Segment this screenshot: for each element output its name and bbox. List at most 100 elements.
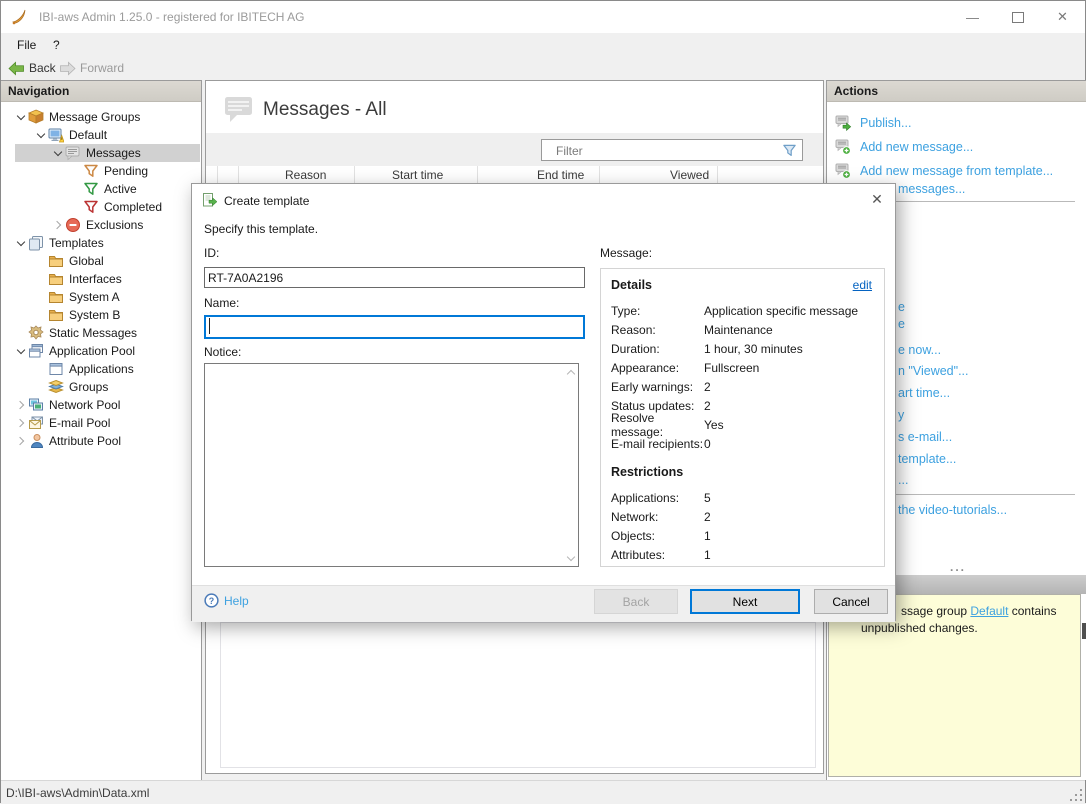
app-window: IBI-aws Admin 1.25.0 - registered for IB… [0,0,1086,804]
default-group-link[interactable]: Default [970,604,1008,618]
detail-label: Resolve message: [611,410,664,439]
tree-item-interfaces[interactable]: Interfaces [1,270,201,288]
restriction-value: 2 [704,509,711,524]
folder-icon [48,253,66,269]
action-link-partial[interactable]: the video-tutorials... [898,503,1007,517]
tree-item-application-pool[interactable]: Application Pool [1,342,201,360]
filter-input[interactable] [554,141,773,161]
actions-overflow-dots[interactable]: ... [950,560,966,574]
column-header-start-time[interactable]: Start time [392,168,443,182]
tree-item-static-messages[interactable]: Static Messages [1,324,201,342]
detail-row: Early warnings: 2 [611,377,872,396]
menu-help[interactable]: ? [47,37,66,53]
restriction-value: 5 [704,490,711,505]
action-link-partial[interactable]: messages... [898,182,965,196]
chevron-expanded-icon[interactable] [34,128,48,142]
message-bubble-icon [65,145,83,161]
id-field[interactable] [204,267,585,288]
tree-item-attribute-pool[interactable]: Attribute Pool [1,432,201,450]
id-label: ID: [204,246,220,260]
chevron-collapsed-icon[interactable] [14,398,28,412]
action-publish[interactable]: Publish... [835,114,911,131]
tree-item-system-a[interactable]: System A [1,288,201,306]
action-link-partial[interactable]: s e-mail... [898,430,952,444]
tree-item-applications[interactable]: Applications [1,360,201,378]
tree-item-global[interactable]: Global [1,252,201,270]
tree-item-message-groups[interactable]: Message Groups [1,108,201,126]
tree-item-groups[interactable]: Groups [1,378,201,396]
minimize-button[interactable]: — [950,1,995,33]
close-button[interactable]: ✕ [1040,1,1085,33]
tree-item-label: E-mail Pool [49,416,111,430]
dialog-close-icon[interactable]: ✕ [865,188,889,210]
svg-text:?: ? [209,596,214,606]
layers-icon [48,379,66,395]
tree-item-network-pool[interactable]: Network Pool [1,396,201,414]
filter-funnel-icon[interactable] [782,143,797,161]
action-link-partial[interactable]: e now... [898,343,941,357]
name-field[interactable] [204,315,585,339]
filter-box [541,139,803,161]
cancel-button[interactable]: Cancel [814,589,888,614]
action-link-partial[interactable]: e [898,317,905,331]
envelope-icon [28,415,46,431]
detail-row: Reason: Maintenance [611,320,872,339]
chevron-expanded-icon[interactable] [14,110,28,124]
column-header-end-time[interactable]: End time [537,168,584,182]
restriction-row: Applications: 5 [611,488,872,507]
action-link-partial[interactable]: template... [898,452,956,466]
action-label: Publish... [860,115,912,130]
tree-item-label: Messages [86,146,141,160]
detail-value: 0 [704,436,711,451]
menu-file[interactable]: File [11,37,42,53]
tree-item-messages[interactable]: Messages [1,144,201,162]
detail-label: Early warnings: [611,379,694,394]
action-link-partial[interactable]: ... [898,473,908,487]
column-header-reason[interactable]: Reason [285,168,326,182]
tree-item-default[interactable]: Default [1,126,201,144]
navigation-panel: Navigation Message Groups Default Messag… [1,80,202,780]
tree-item-label: Message Groups [49,110,141,124]
tree-item-label: System A [69,290,120,304]
tree-item-active[interactable]: Active [1,180,201,198]
detail-row: Appearance: Fullscreen [611,358,872,377]
action-label: Add new message from template... [860,163,1054,178]
help-link[interactable]: ? Help [204,593,249,608]
back-button[interactable]: Back [8,59,56,77]
tree-item-label: Active [104,182,137,196]
chevron-collapsed-icon[interactable] [14,434,28,448]
tree-item-exclusions[interactable]: Exclusions [1,216,201,234]
maximize-icon [1011,11,1024,23]
action-link-partial[interactable]: n "Viewed"... [898,364,969,378]
tree-item-label: Static Messages [49,326,138,340]
tree-item-templates[interactable]: Templates [1,234,201,252]
scroll-up-icon[interactable] [567,369,574,376]
resize-grip[interactable] [1070,789,1082,801]
action-add-message[interactable]: Add new message... [835,138,973,155]
chevron-expanded-icon[interactable] [14,236,28,250]
action-link-partial[interactable]: art time... [898,386,950,400]
next-button[interactable]: Next [690,589,800,614]
forward-button[interactable]: Forward [59,59,124,77]
tree-item-email-pool[interactable]: E-mail Pool [1,414,201,432]
scroll-down-icon[interactable] [567,554,574,561]
chevron-collapsed-icon[interactable] [51,218,65,232]
chevron-expanded-icon[interactable] [14,344,28,358]
action-add-message-from-template[interactable]: Add new message from template... [835,162,1053,179]
action-link-partial[interactable]: e [898,300,905,314]
action-link-partial[interactable]: y [898,408,904,422]
scrollbar-thumb[interactable] [1082,623,1086,639]
notice-field[interactable] [206,365,564,565]
maximize-button[interactable] [995,1,1040,33]
folder-icon [48,289,66,305]
tree-item-label: Global [69,254,104,268]
chevron-expanded-icon[interactable] [51,146,65,160]
detail-row: Resolve message: Yes [611,411,872,439]
tree-item-system-b[interactable]: System B [1,306,201,324]
edit-link[interactable]: edit [853,278,872,292]
tree-item-pending[interactable]: Pending [1,162,201,180]
tree-item-completed[interactable]: Completed [1,198,201,216]
column-separator [599,166,600,184]
chevron-collapsed-icon[interactable] [14,416,28,430]
column-header-viewed[interactable]: Viewed [670,168,709,182]
